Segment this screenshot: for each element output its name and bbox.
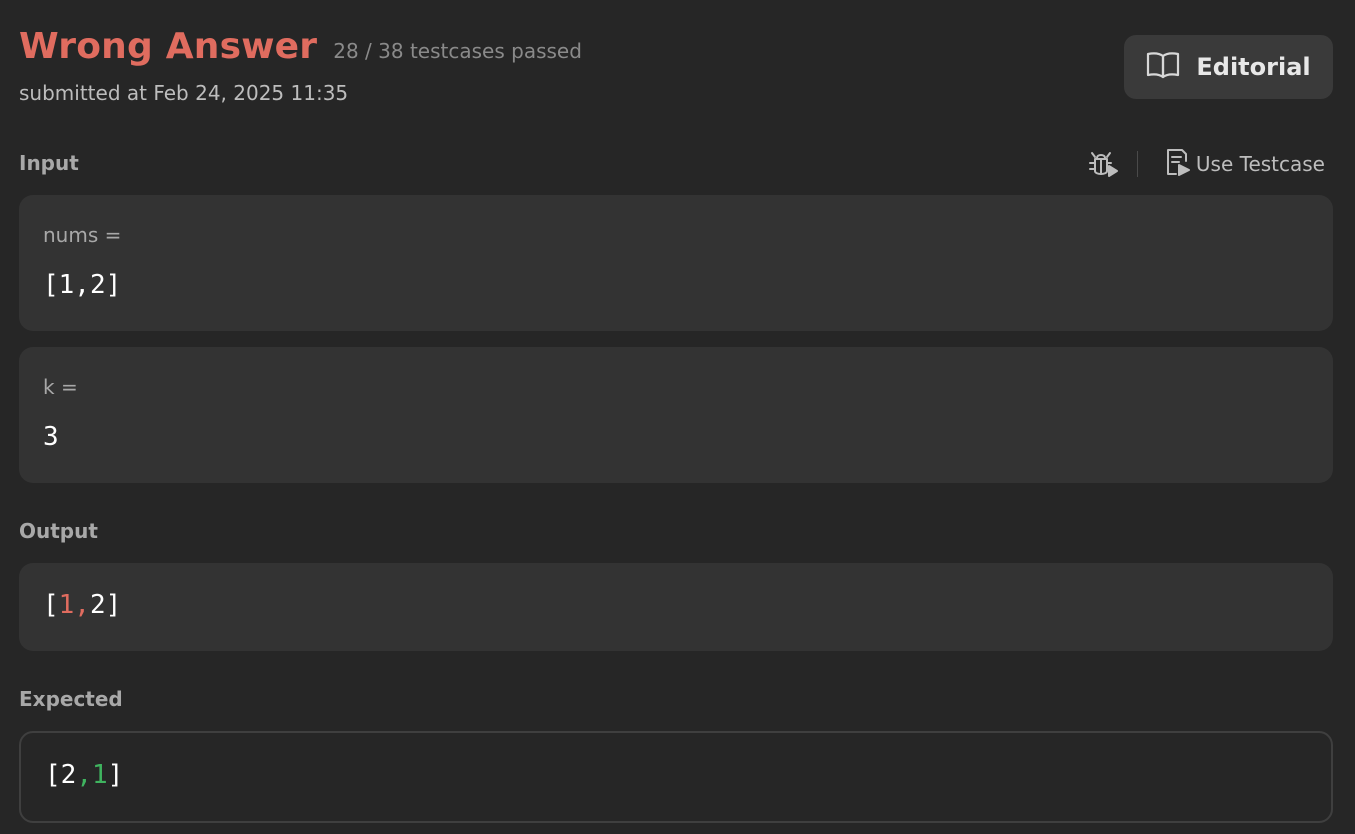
param-value[interactable]: 3 [43, 422, 59, 452]
result-title-row: Wrong Answer 28 / 38 testcases passed [19, 26, 582, 67]
param-value[interactable]: [1,2] [43, 270, 121, 300]
testcases-passed-count: 28 / 38 testcases passed [333, 39, 582, 63]
result-header: Wrong Answer 28 / 38 testcases passed su… [19, 26, 582, 105]
toolbar-divider [1136, 151, 1138, 177]
output-value[interactable]: [1,2] [43, 590, 121, 620]
submission-timestamp: submitted at Feb 24, 2025 11:35 [19, 81, 349, 105]
editorial-button-label: Editorial [1196, 53, 1311, 81]
input-toolbar: Use Testcase [1087, 147, 1325, 181]
expected-diff-token: ,1 [76, 760, 108, 790]
output-section-label: Output [19, 519, 98, 543]
expected-token: [2 [45, 760, 77, 790]
bug-play-icon[interactable] [1087, 149, 1119, 179]
param-name: k = [43, 375, 78, 399]
param-name: nums = [43, 223, 122, 247]
expected-value[interactable]: [2,1] [45, 760, 123, 790]
result-status-title: Wrong Answer [19, 26, 318, 67]
output-diff-token: 1, [58, 590, 90, 620]
use-testcase-button[interactable]: Use Testcase [1164, 147, 1325, 181]
expected-section-label: Expected [19, 687, 123, 711]
use-testcase-label: Use Testcase [1195, 152, 1325, 176]
output-token: 2] [89, 590, 122, 620]
output-box: [1,2] [19, 563, 1333, 651]
param-box-k: k = 3 [19, 347, 1333, 483]
param-box-nums: nums = [1,2] [19, 195, 1333, 331]
expected-box: [2,1] [19, 731, 1333, 823]
book-open-icon [1146, 50, 1180, 84]
editorial-button[interactable]: Editorial [1124, 35, 1333, 99]
input-section-label: Input [19, 151, 79, 175]
expected-token: ] [107, 760, 124, 790]
output-token: [ [43, 590, 59, 620]
file-play-icon [1164, 147, 1192, 181]
